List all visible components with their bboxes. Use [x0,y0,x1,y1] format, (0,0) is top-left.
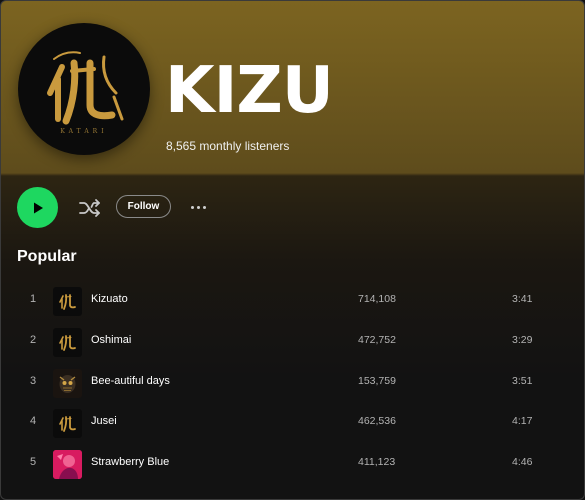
follow-button[interactable]: Follow [116,195,171,218]
track-cover-image [53,328,82,357]
more-dot-icon [202,205,206,209]
track-play-count: 462,536 [358,415,396,427]
kanji-logo-icon [59,335,76,351]
track-duration: 4:46 [512,456,533,468]
kanji-logo-image: KATARI [47,51,124,135]
shuffle-icon [79,199,100,217]
track-row[interactable]: 5 Strawberry Blue 411,123 4:46 [17,444,570,484]
track-play-count: 153,759 [358,375,396,387]
track-play-count: 714,108 [358,293,396,305]
track-cover-image [53,409,82,438]
track-title: Kizuato [91,293,128,305]
play-icon [33,202,43,213]
track-row[interactable]: 1 Kizuato 714,108 3:41 [17,281,570,321]
track-number: 5 [30,456,37,468]
play-button[interactable] [17,187,58,228]
pink-portrait-icon [53,450,82,479]
track-title: Oshimai [91,334,132,346]
track-title: Jusei [91,415,117,427]
bee-mask-icon [59,375,76,393]
kanji-logo-icon [59,294,76,310]
track-row[interactable]: 3 Bee-autiful days 153,759 3:51 [17,363,570,403]
track-number: 3 [30,375,37,387]
svg-text:KATARI: KATARI [60,128,107,135]
kanji-logo-icon [59,416,76,432]
track-play-count: 472,752 [358,334,396,346]
track-number: 2 [30,334,37,346]
track-title: Strawberry Blue [91,456,170,468]
track-duration: 3:29 [512,334,533,346]
shuffle-button[interactable] [76,194,104,222]
track-cover-image [53,450,82,479]
track-play-count: 411,123 [358,456,396,468]
track-number: 4 [30,415,37,427]
track-number: 1 [30,293,37,305]
track-duration: 3:41 [512,293,533,305]
track-cover-image [53,369,82,398]
artist-page: KATARI KIZU 8,565 monthly listeners Foll… [0,0,585,500]
track-duration: 3:51 [512,375,533,387]
monthly-listeners: 8,565 monthly listeners [166,139,290,153]
popular-heading: Popular [17,248,77,265]
more-dot-icon [190,205,194,209]
more-options-button[interactable] [184,198,212,216]
artist-avatar[interactable]: KATARI [18,23,150,155]
track-title: Bee-autiful days [91,375,170,387]
track-cover-image [53,287,82,316]
artist-name: KIZU [165,54,334,128]
more-dot-icon [196,205,200,209]
track-row[interactable]: 4 Jusei 462,536 4:17 [17,403,570,443]
track-row[interactable]: 2 Oshimai 472,752 3:29 [17,322,570,362]
track-duration: 4:17 [512,415,533,427]
